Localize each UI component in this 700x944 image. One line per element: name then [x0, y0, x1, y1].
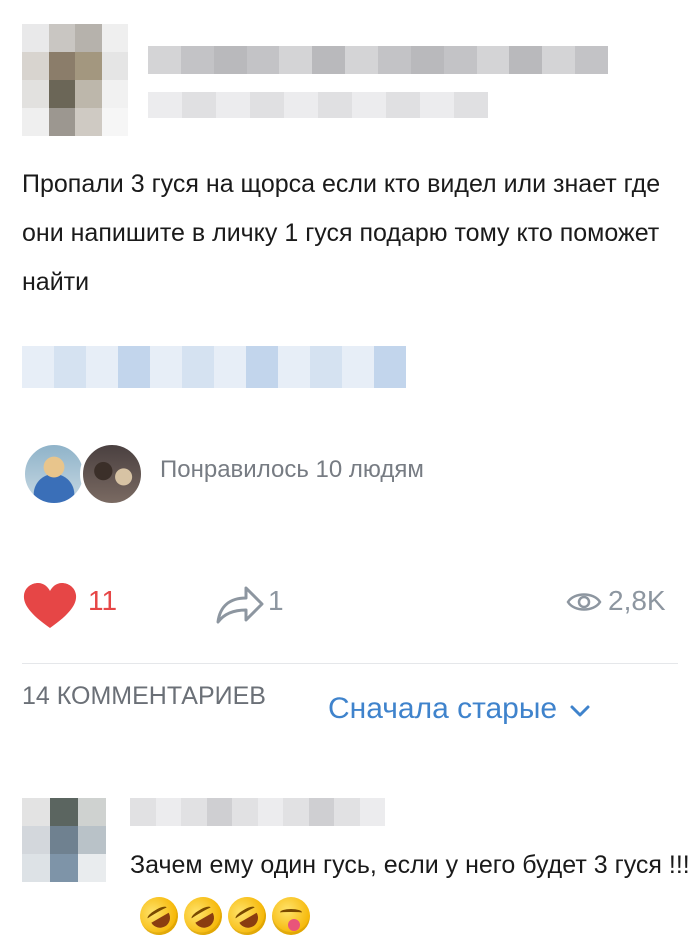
post-link-blurred[interactable]: [22, 346, 406, 388]
winking-tongue-emoji-icon: [272, 897, 310, 936]
views-count: 2,8K: [608, 585, 666, 616]
author-name-blurred[interactable]: [148, 46, 609, 74]
divider: [22, 663, 678, 664]
heart-icon[interactable]: [22, 582, 78, 630]
avatar: [22, 442, 86, 506]
likes-count[interactable]: 11: [88, 585, 117, 617]
author-avatar[interactable]: [22, 24, 128, 136]
rofl-emoji-icon: [221, 890, 273, 943]
liked-by-summary[interactable]: Понравилось 10 людям: [160, 456, 424, 484]
likers-avatars[interactable]: [22, 442, 144, 508]
post-meta-blurred: [148, 92, 488, 118]
rofl-emoji-icon: [133, 890, 185, 943]
shares-count[interactable]: 1: [268, 585, 284, 617]
chevron-down-icon[interactable]: [569, 704, 591, 718]
avatar: [80, 442, 144, 506]
comment-body: Зачем ему один гусь, если у него будет 3…: [130, 851, 690, 879]
sort-label[interactable]: Сначала старые: [328, 692, 557, 726]
post-text: Пропали 3 гуся на щорса если кто видел и…: [22, 170, 661, 296]
comment-text: Зачем ему один гусь, если у него будет 3…: [130, 840, 690, 943]
share-icon[interactable]: [212, 582, 266, 626]
comments-sort-select[interactable]: Сначала старые: [328, 692, 591, 726]
eye-icon: [566, 593, 602, 611]
commenter-avatar[interactable]: [22, 798, 106, 882]
rofl-emoji-icon: [177, 890, 229, 943]
commenter-name-blurred[interactable]: [130, 798, 385, 826]
comment-emojis: [133, 890, 310, 943]
comments-count-label: 14 КОММЕНТАРИЕВ: [22, 682, 266, 710]
